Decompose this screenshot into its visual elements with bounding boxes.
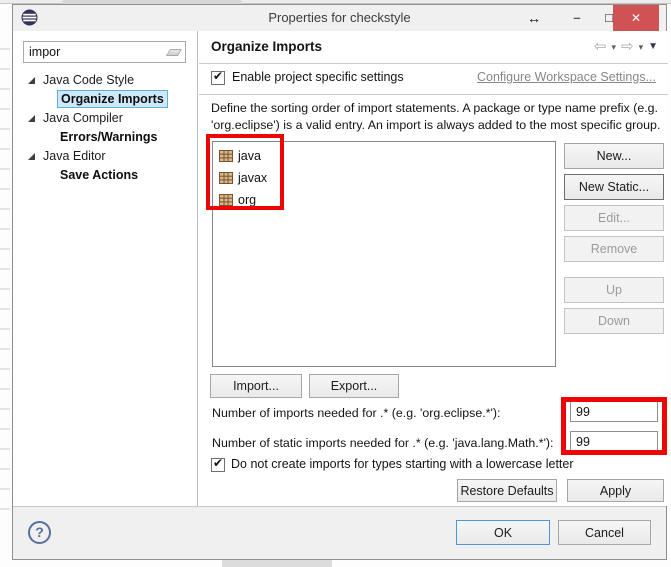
view-menu-icon[interactable]: ▼ [648, 38, 658, 56]
close-button[interactable]: ✕ [613, 5, 659, 31]
tree-item-label-selected: Organize Imports [57, 90, 168, 108]
tree-item-label: Save Actions [57, 167, 141, 183]
tree-item-label: Java Editor [43, 149, 106, 163]
tree-item-java-editor[interactable]: Java Editor [13, 147, 195, 166]
cancel-button[interactable]: Cancel [558, 520, 651, 545]
list-item-javax[interactable]: javax [213, 167, 555, 189]
export-button[interactable]: Export... [309, 374, 399, 398]
tree-item-java-code-style[interactable]: Java Code Style [13, 71, 195, 90]
import-order-list[interactable]: java javax [212, 141, 556, 367]
apply-button[interactable]: Apply [567, 479, 664, 502]
up-button[interactable]: Up [564, 277, 664, 303]
description-text: Define the sorting order of import state… [211, 100, 663, 133]
list-item-label: javax [238, 171, 267, 185]
tree-item-label: Java Code Style [43, 73, 134, 87]
forward-menu-icon[interactable]: ▾ [639, 38, 644, 56]
screen: Properties for checkstyle ↔ – □ ✕ Java C… [0, 0, 671, 567]
history-navigation: ⇦ ▾ ⇨ ▾ ▼ [594, 38, 658, 56]
title-bar[interactable]: Properties for checkstyle ↔ – □ ✕ [13, 5, 666, 31]
expand-triangle-icon[interactable] [28, 153, 35, 160]
new-button[interactable]: New... [564, 143, 664, 169]
enable-project-settings-checkbox[interactable] [211, 71, 225, 85]
restore-defaults-button[interactable]: Restore Defaults [457, 479, 557, 502]
enable-project-settings-label: Enable project specific settings [232, 70, 404, 84]
tree-item-errors-warnings[interactable]: Errors/Warnings [13, 128, 195, 147]
configure-workspace-link[interactable]: Configure Workspace Settings... [477, 70, 656, 84]
package-icon [219, 171, 233, 185]
list-item-label: org [238, 193, 256, 207]
list-item-label: java [238, 149, 261, 163]
static-imports-threshold-label: Number of static imports needed for .* (… [212, 436, 554, 450]
section-divider [199, 94, 668, 95]
new-static-button[interactable]: New Static... [564, 174, 664, 200]
down-button[interactable]: Down [564, 308, 664, 334]
page-title: Organize Imports [211, 39, 322, 54]
expand-triangle-icon[interactable] [28, 115, 35, 122]
properties-dialog: Properties for checkstyle ↔ – □ ✕ Java C… [12, 4, 667, 560]
expand-triangle-icon[interactable] [28, 77, 35, 84]
preferences-tree: Java Code Style Organize Imports Java Co… [13, 71, 195, 185]
main-panel: Organize Imports ⇦ ▾ ⇨ ▾ ▼ Enable projec… [199, 31, 668, 506]
dialog-footer: ? OK Cancel [13, 506, 666, 559]
sidebar: Java Code Style Organize Imports Java Co… [13, 31, 198, 506]
filter-input[interactable] [24, 42, 162, 62]
background-bottom-fragment [222, 560, 332, 567]
list-item-org[interactable]: org [213, 189, 555, 211]
import-button[interactable]: Import... [210, 374, 302, 398]
tree-item-java-compiler[interactable]: Java Compiler [13, 109, 195, 128]
ok-button[interactable]: OK [456, 520, 550, 545]
back-arrow-icon[interactable]: ⇦ [594, 38, 607, 56]
help-icon[interactable]: ? [28, 521, 51, 544]
package-icon [219, 193, 233, 207]
lowercase-types-label: Do not create imports for types starting… [231, 457, 574, 471]
static-imports-threshold-input[interactable] [570, 431, 658, 452]
tree-item-save-actions[interactable]: Save Actions [13, 166, 195, 185]
remove-button[interactable]: Remove [564, 236, 664, 262]
imports-threshold-input[interactable] [570, 401, 658, 422]
list-item-java[interactable]: java [213, 145, 555, 167]
forward-arrow-icon[interactable]: ⇨ [621, 38, 634, 56]
restore-icon[interactable]: ↔ [521, 5, 547, 31]
back-menu-icon[interactable]: ▾ [611, 38, 616, 56]
imports-threshold-label: Number of imports needed for .* (e.g. 'o… [212, 406, 500, 420]
tree-item-label: Errors/Warnings [57, 129, 160, 145]
header-divider [199, 63, 668, 64]
minimize-button[interactable]: – [565, 5, 589, 31]
clear-filter-icon[interactable] [166, 49, 182, 56]
tree-item-label: Java Compiler [43, 111, 123, 125]
tree-item-organize-imports[interactable]: Organize Imports [13, 90, 195, 109]
package-icon [219, 149, 233, 163]
lowercase-types-checkbox[interactable] [211, 458, 225, 472]
edit-button[interactable]: Edit... [564, 205, 664, 231]
filter-box [23, 41, 186, 63]
background-left-fragment [0, 30, 10, 510]
